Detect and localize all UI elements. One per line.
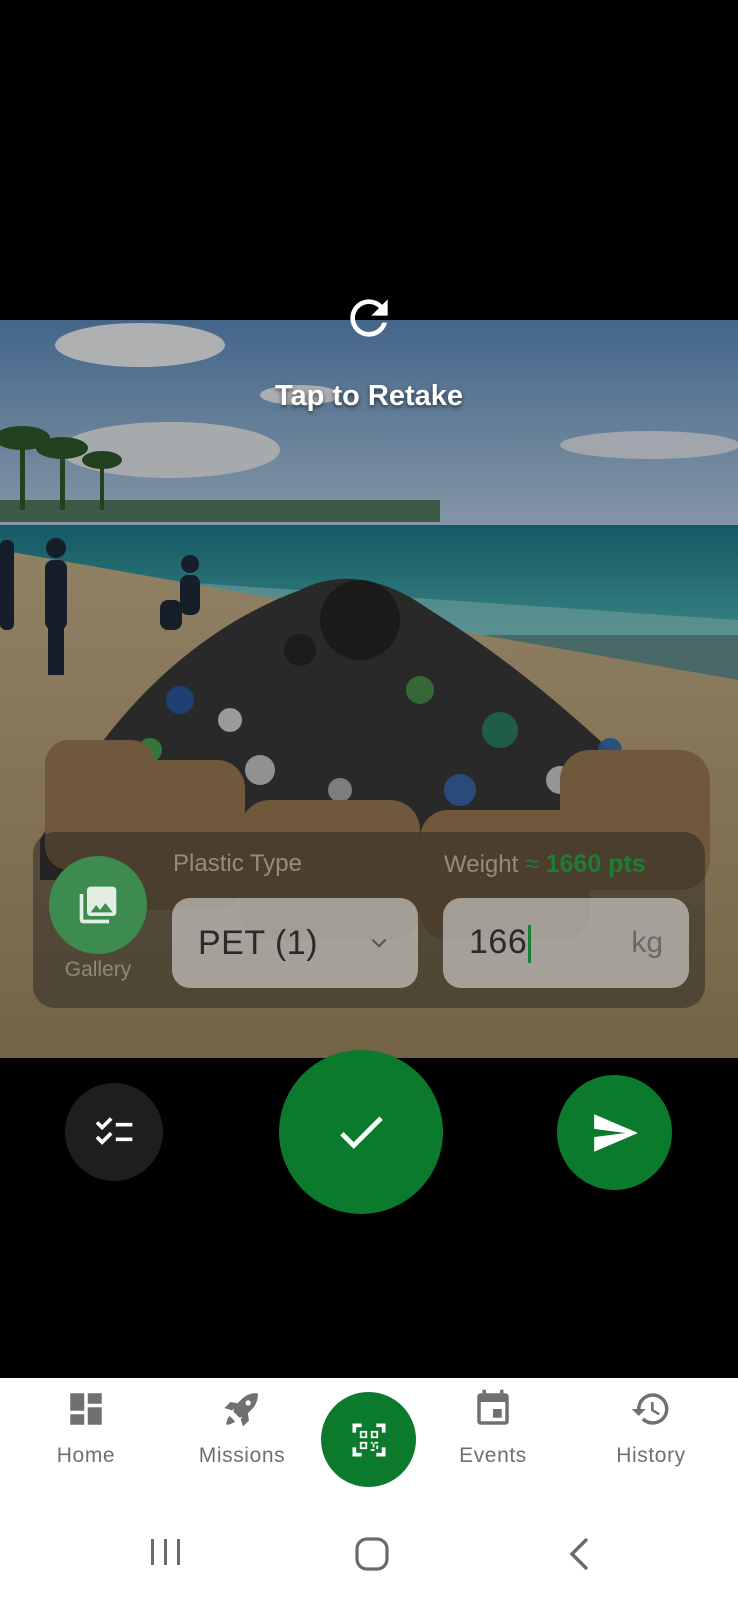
- scan-button[interactable]: [321, 1392, 416, 1487]
- retake-label: Tap to Retake: [274, 380, 463, 412]
- rocket-icon: [224, 1393, 258, 1427]
- nav-item-events[interactable]: Events: [423, 1388, 563, 1468]
- plastic-type-label: Plastic Type: [173, 850, 302, 877]
- check-icon: [340, 1116, 383, 1149]
- home-system-icon[interactable]: [354, 1536, 390, 1572]
- weight-input[interactable]: 166 kg: [443, 898, 689, 988]
- checklist-icon: [95, 1117, 133, 1145]
- dashboard-icon: [70, 1393, 102, 1425]
- photo-library-icon: [79, 886, 117, 924]
- weight-label-row: Weight ≈ 1660 pts: [444, 850, 646, 879]
- weight-label: Weight: [444, 851, 519, 878]
- nav-label-home: Home: [56, 1444, 116, 1467]
- plastic-type-select[interactable]: PET (1): [172, 898, 418, 988]
- nav-item-home[interactable]: Home: [16, 1388, 156, 1468]
- checklist-button[interactable]: [65, 1083, 163, 1181]
- back-icon[interactable]: [566, 1536, 592, 1572]
- calendar-icon: [477, 1389, 509, 1425]
- nav-label-events: Events: [459, 1444, 527, 1467]
- points-estimate: ≈ 1660 pts: [525, 850, 646, 878]
- plastic-type-value: PET (1): [198, 923, 319, 962]
- points-approx-symbol: ≈: [524, 850, 539, 878]
- text-cursor: [528, 925, 532, 963]
- history-icon: [631, 1393, 669, 1425]
- send-icon: [593, 1113, 638, 1152]
- chevron-down-icon: [371, 938, 387, 948]
- nav-item-missions[interactable]: Missions: [172, 1388, 312, 1468]
- confirm-button[interactable]: [279, 1050, 443, 1214]
- gallery-button[interactable]: [49, 856, 147, 954]
- weight-unit: kg: [631, 926, 663, 959]
- refresh-icon: [350, 299, 388, 337]
- points-value: 1660 pts: [545, 850, 646, 878]
- nav-label-history: History: [616, 1444, 686, 1467]
- weight-value: 166: [469, 923, 532, 963]
- system-navigation-bar: [0, 1500, 738, 1600]
- send-button[interactable]: [557, 1075, 672, 1190]
- nav-label-missions: Missions: [198, 1444, 286, 1467]
- retake-button[interactable]: Tap to Retake: [0, 290, 738, 413]
- nav-item-history[interactable]: History: [581, 1388, 721, 1468]
- qr-scan-icon: [352, 1423, 385, 1456]
- gallery-label: Gallery: [64, 958, 132, 981]
- recent-apps-icon[interactable]: [148, 1536, 184, 1568]
